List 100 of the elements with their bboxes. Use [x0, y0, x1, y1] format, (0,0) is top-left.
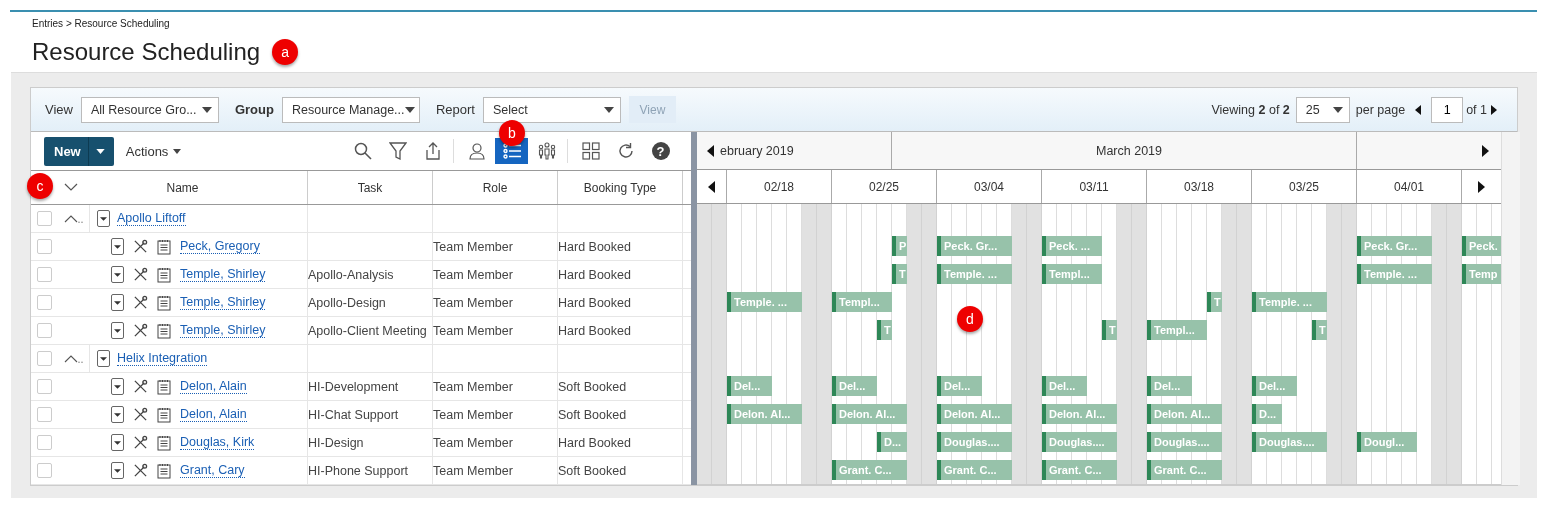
booking-bar[interactable]: Peck. Gr...: [1357, 236, 1432, 256]
checkbox[interactable]: [37, 463, 52, 478]
resource-link[interactable]: Peck, Gregory: [180, 239, 260, 254]
booking-bar[interactable]: T: [1102, 320, 1117, 340]
booking-bar[interactable]: Del...: [937, 376, 982, 396]
column-header[interactable]: Task: [308, 171, 433, 204]
page-number-field[interactable]: 1: [1431, 96, 1464, 123]
booking-bar[interactable]: Templ...: [832, 292, 892, 312]
booking-bar[interactable]: Douglas....: [1252, 432, 1327, 452]
notes-icon[interactable]: [157, 406, 171, 423]
booking-bar[interactable]: Del...: [832, 376, 877, 396]
chevron-up-icon[interactable]: [64, 354, 84, 363]
booking-bar[interactable]: Dougl...: [1357, 432, 1417, 452]
notes-icon[interactable]: [157, 238, 171, 255]
checkbox[interactable]: [37, 239, 52, 254]
checkbox[interactable]: [37, 267, 52, 282]
column-header[interactable]: Role: [433, 171, 558, 204]
booking-bar[interactable]: Del...: [1147, 376, 1192, 396]
booking-bar[interactable]: Delon. Al...: [937, 404, 1012, 424]
help-button[interactable]: ?: [644, 138, 677, 164]
booking-bar[interactable]: T: [1207, 292, 1222, 312]
splitter-handle[interactable]: [691, 132, 697, 485]
booking-bar[interactable]: D...: [877, 432, 907, 452]
column-header[interactable]: Booking Type: [558, 171, 683, 204]
notes-icon[interactable]: [157, 294, 171, 311]
booking-bar[interactable]: Grant. C...: [1147, 460, 1222, 480]
booking-bar[interactable]: Delon. Al...: [1042, 404, 1117, 424]
booking-bar[interactable]: Grant. C...: [832, 460, 907, 480]
tools-icon[interactable]: [133, 407, 148, 422]
row-menu-button[interactable]: [111, 462, 124, 479]
booking-bar[interactable]: Templ...: [1042, 264, 1102, 284]
booking-bar[interactable]: Delon. Al...: [832, 404, 907, 424]
checkbox[interactable]: [37, 351, 52, 366]
booking-bar[interactable]: Peck. Gr...: [937, 236, 1012, 256]
resource-link[interactable]: Delon, Alain: [180, 379, 247, 394]
per-page-dropdown[interactable]: 25: [1295, 96, 1350, 123]
booking-bar[interactable]: Templ...: [1147, 320, 1207, 340]
new-button[interactable]: New: [44, 136, 114, 166]
project-link[interactable]: Apollo Liftoff: [117, 211, 186, 226]
checkbox[interactable]: [37, 295, 52, 310]
tools-icon[interactable]: [133, 379, 148, 394]
row-menu-button[interactable]: [111, 238, 124, 255]
resource-link[interactable]: Temple, Shirley: [180, 267, 266, 282]
notes-icon[interactable]: [157, 462, 171, 479]
resource-link[interactable]: Delon, Alain: [180, 407, 247, 422]
tools-icon[interactable]: [133, 239, 148, 254]
booking-bar[interactable]: Del...: [727, 376, 772, 396]
booking-bar[interactable]: Del...: [1252, 376, 1297, 396]
chevron-up-icon[interactable]: [64, 214, 84, 223]
booking-bar[interactable]: Temple. ...: [1357, 264, 1432, 284]
tools-icon[interactable]: [133, 323, 148, 338]
booking-bar[interactable]: Douglas....: [1042, 432, 1117, 452]
column-header[interactable]: Name: [58, 171, 308, 204]
booking-bar[interactable]: Peck.: [1462, 236, 1501, 256]
filter-dropdown[interactable]: Select: [483, 96, 621, 123]
row-menu-button[interactable]: [111, 322, 124, 339]
actions-menu[interactable]: Actions: [119, 142, 188, 160]
tools-icon[interactable]: [133, 295, 148, 310]
tools-icon[interactable]: [133, 267, 148, 282]
resource-link[interactable]: Grant, Cary: [180, 463, 245, 478]
booking-bar[interactable]: Temple. ...: [727, 292, 802, 312]
checkbox[interactable]: [37, 211, 52, 226]
booking-bar[interactable]: Douglas....: [937, 432, 1012, 452]
booking-bar[interactable]: P: [892, 236, 907, 256]
row-menu-button[interactable]: [111, 294, 124, 311]
booking-bar[interactable]: D...: [1252, 404, 1282, 424]
resource-link[interactable]: Temple, Shirley: [180, 295, 266, 310]
previous-button[interactable]: [708, 180, 715, 193]
previous-button[interactable]: [707, 144, 714, 157]
resource-link[interactable]: Temple, Shirley: [180, 323, 266, 338]
notes-icon[interactable]: [157, 434, 171, 451]
previous-page-button[interactable]: [1415, 104, 1422, 115]
booking-bar[interactable]: Delon. Al...: [1147, 404, 1222, 424]
booking-bar[interactable]: Grant. C...: [1042, 460, 1117, 480]
next-button[interactable]: [1478, 180, 1485, 193]
notes-icon[interactable]: [157, 322, 171, 339]
resource-link[interactable]: Douglas, Kirk: [180, 435, 255, 450]
checkbox[interactable]: [37, 379, 52, 394]
notes-icon[interactable]: [157, 266, 171, 283]
next-button[interactable]: [1482, 144, 1489, 157]
booking-bar[interactable]: T: [877, 320, 892, 340]
booking-bar[interactable]: Delon. Al...: [727, 404, 802, 424]
row-menu-button[interactable]: [97, 210, 110, 227]
tools-icon[interactable]: [133, 463, 148, 478]
row-menu-button[interactable]: [111, 406, 124, 423]
next-page-button[interactable]: [1491, 104, 1497, 115]
booking-bar[interactable]: Peck. ...: [1042, 236, 1102, 256]
booking-bar[interactable]: Douglas....: [1147, 432, 1222, 452]
booking-bar[interactable]: T: [1312, 320, 1327, 340]
booking-bar[interactable]: Grant. C...: [937, 460, 1012, 480]
checkbox[interactable]: [37, 435, 52, 450]
row-menu-button[interactable]: [111, 266, 124, 283]
checkbox[interactable]: [37, 407, 52, 422]
tools-icon[interactable]: [133, 435, 148, 450]
booking-bar[interactable]: T: [892, 264, 907, 284]
filter-dropdown[interactable]: Resource Manage...: [281, 96, 420, 123]
project-link[interactable]: Helix Integration: [117, 351, 208, 366]
row-menu-button[interactable]: [111, 378, 124, 395]
row-menu-button[interactable]: [97, 350, 110, 367]
booking-bar[interactable]: Temple. ...: [1252, 292, 1327, 312]
